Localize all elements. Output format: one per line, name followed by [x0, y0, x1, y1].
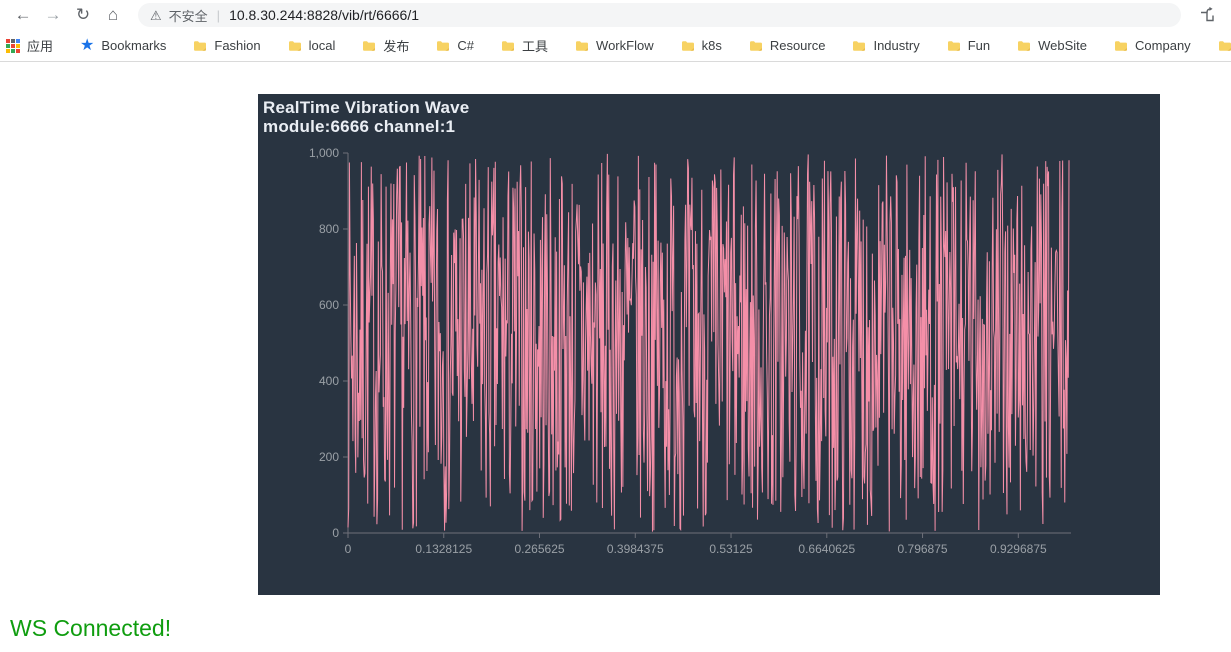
- bookmark-item[interactable]: Company: [1114, 38, 1191, 53]
- apps-menu[interactable]: 应用: [6, 36, 53, 55]
- bookmark-label: local: [308, 38, 336, 53]
- y-tick-label: 400: [319, 374, 339, 388]
- bookmark-item[interactable]: local: [288, 38, 336, 53]
- address-bar[interactable]: ⚠ 不安全 | 10.8.30.244:8828/vib/rt/6666/1: [138, 3, 1181, 27]
- folder-icon: [576, 41, 589, 51]
- star-icon: ★: [80, 36, 95, 54]
- y-tick-label: 200: [319, 450, 339, 464]
- forward-icon[interactable]: →: [40, 2, 66, 28]
- bookmark-label: k8s: [701, 38, 722, 53]
- x-tick-label: 0: [345, 542, 352, 556]
- x-tick-label: 0.53125: [709, 542, 753, 556]
- folder-icon: [502, 41, 515, 51]
- url-separator: |: [216, 7, 221, 23]
- x-tick-label: 0.796875: [898, 542, 948, 556]
- home-icon[interactable]: ⌂: [100, 2, 126, 28]
- folder-icon: [853, 41, 866, 51]
- share-icon[interactable]: [1193, 2, 1221, 28]
- chart-subtitle: module:6666 channel:1: [263, 117, 456, 136]
- folder-icon: [749, 41, 762, 51]
- folder-icon: [1018, 41, 1031, 51]
- x-tick-label: 0.3984375: [607, 542, 664, 556]
- vibration-chart: 0 200 400 600 800 1,000 0 0.1328125 0.265625 0.39…: [309, 146, 1071, 556]
- url-text[interactable]: 10.8.30.244:8828/vib/rt/6666/1: [229, 7, 419, 23]
- bookmark-item[interactable]: 工具: [501, 36, 548, 55]
- bookmark-item[interactable]: C#: [436, 38, 474, 53]
- bookmark-label: Fashion: [214, 38, 261, 53]
- folder-icon: [681, 41, 694, 51]
- folder-icon: [1115, 41, 1128, 51]
- vibration-waveform: [347, 153, 1070, 532]
- back-icon[interactable]: ←: [10, 2, 36, 28]
- bookmark-item[interactable]: k8s: [681, 38, 722, 53]
- bookmark-item[interactable]: Fashion: [193, 38, 261, 53]
- bookmark-label: 发布: [383, 39, 410, 54]
- bookmark-item[interactable]: WebSite: [1017, 38, 1087, 53]
- share-icon-glyph: [1201, 6, 1214, 22]
- ws-status-text: WS Connected!: [10, 615, 172, 641]
- bookmark-label: Fun: [967, 38, 991, 53]
- folder-icon: [947, 41, 960, 51]
- bookmark-item[interactable]: Resource: [749, 38, 826, 53]
- apps-grid-icon: [6, 38, 20, 53]
- security-label: 不安全: [168, 8, 208, 24]
- reload-icon[interactable]: ↻: [70, 2, 96, 28]
- bookmark-label: WebSite: [1038, 38, 1088, 53]
- bookmarks-bar: 应用 ★ Bookmarks Fashion local 发布 C# 工具 WorkFlow k…: [0, 30, 1231, 62]
- bookmark-item[interactable]: WorkFlow: [575, 38, 654, 53]
- y-tick-label: 0: [332, 526, 339, 540]
- chart-title-block: RealTime Vibration Wave module:6666 chan…: [263, 98, 469, 136]
- bookmark-item[interactable]: ★ Bookmarks: [80, 36, 167, 54]
- folder-icon: [1218, 41, 1231, 51]
- x-tick-label: 0.6640625: [798, 542, 855, 556]
- bookmark-label: Resource: [769, 38, 826, 53]
- security-warning-icon[interactable]: ⚠: [150, 9, 162, 22]
- y-tick-label: 600: [319, 298, 339, 312]
- chart-title: RealTime Vibration Wave: [263, 98, 470, 117]
- bookmark-label: Industry: [873, 38, 920, 53]
- x-tick-label: 0.1328125: [415, 542, 472, 556]
- folder-icon: [437, 41, 450, 51]
- bookmark-item[interactable]: Industry: [852, 38, 920, 53]
- browser-toolbar: ← → ↻ ⌂ ⚠ 不安全 | 10.8.30.244:8828/vib/rt/…: [0, 0, 1231, 30]
- vibration-chart-panel: RealTime Vibration Wave module:6666 chan…: [258, 94, 1160, 595]
- folder-icon: [288, 41, 301, 51]
- bookmark-item[interactable]: 发布: [362, 36, 409, 55]
- bookmark-label: WorkFlow: [596, 38, 654, 53]
- folder-icon: [363, 41, 376, 51]
- bookmark-label: Bookmarks: [101, 38, 167, 53]
- y-tick-label: 800: [319, 222, 339, 236]
- bookmark-item[interactable]: Fun: [947, 38, 990, 53]
- bookmark-label: Company: [1135, 38, 1191, 53]
- folder-icon: [194, 41, 207, 51]
- bookmark-label: 工具: [522, 39, 549, 54]
- x-tick-label: 0.265625: [514, 542, 564, 556]
- bookmark-label: C#: [457, 38, 475, 53]
- bookmark-item[interactable]: DataBase: [1218, 38, 1231, 53]
- y-tick-label: 1,000: [309, 146, 339, 160]
- x-tick-label: 0.9296875: [990, 542, 1047, 556]
- apps-label: 应用: [27, 39, 54, 54]
